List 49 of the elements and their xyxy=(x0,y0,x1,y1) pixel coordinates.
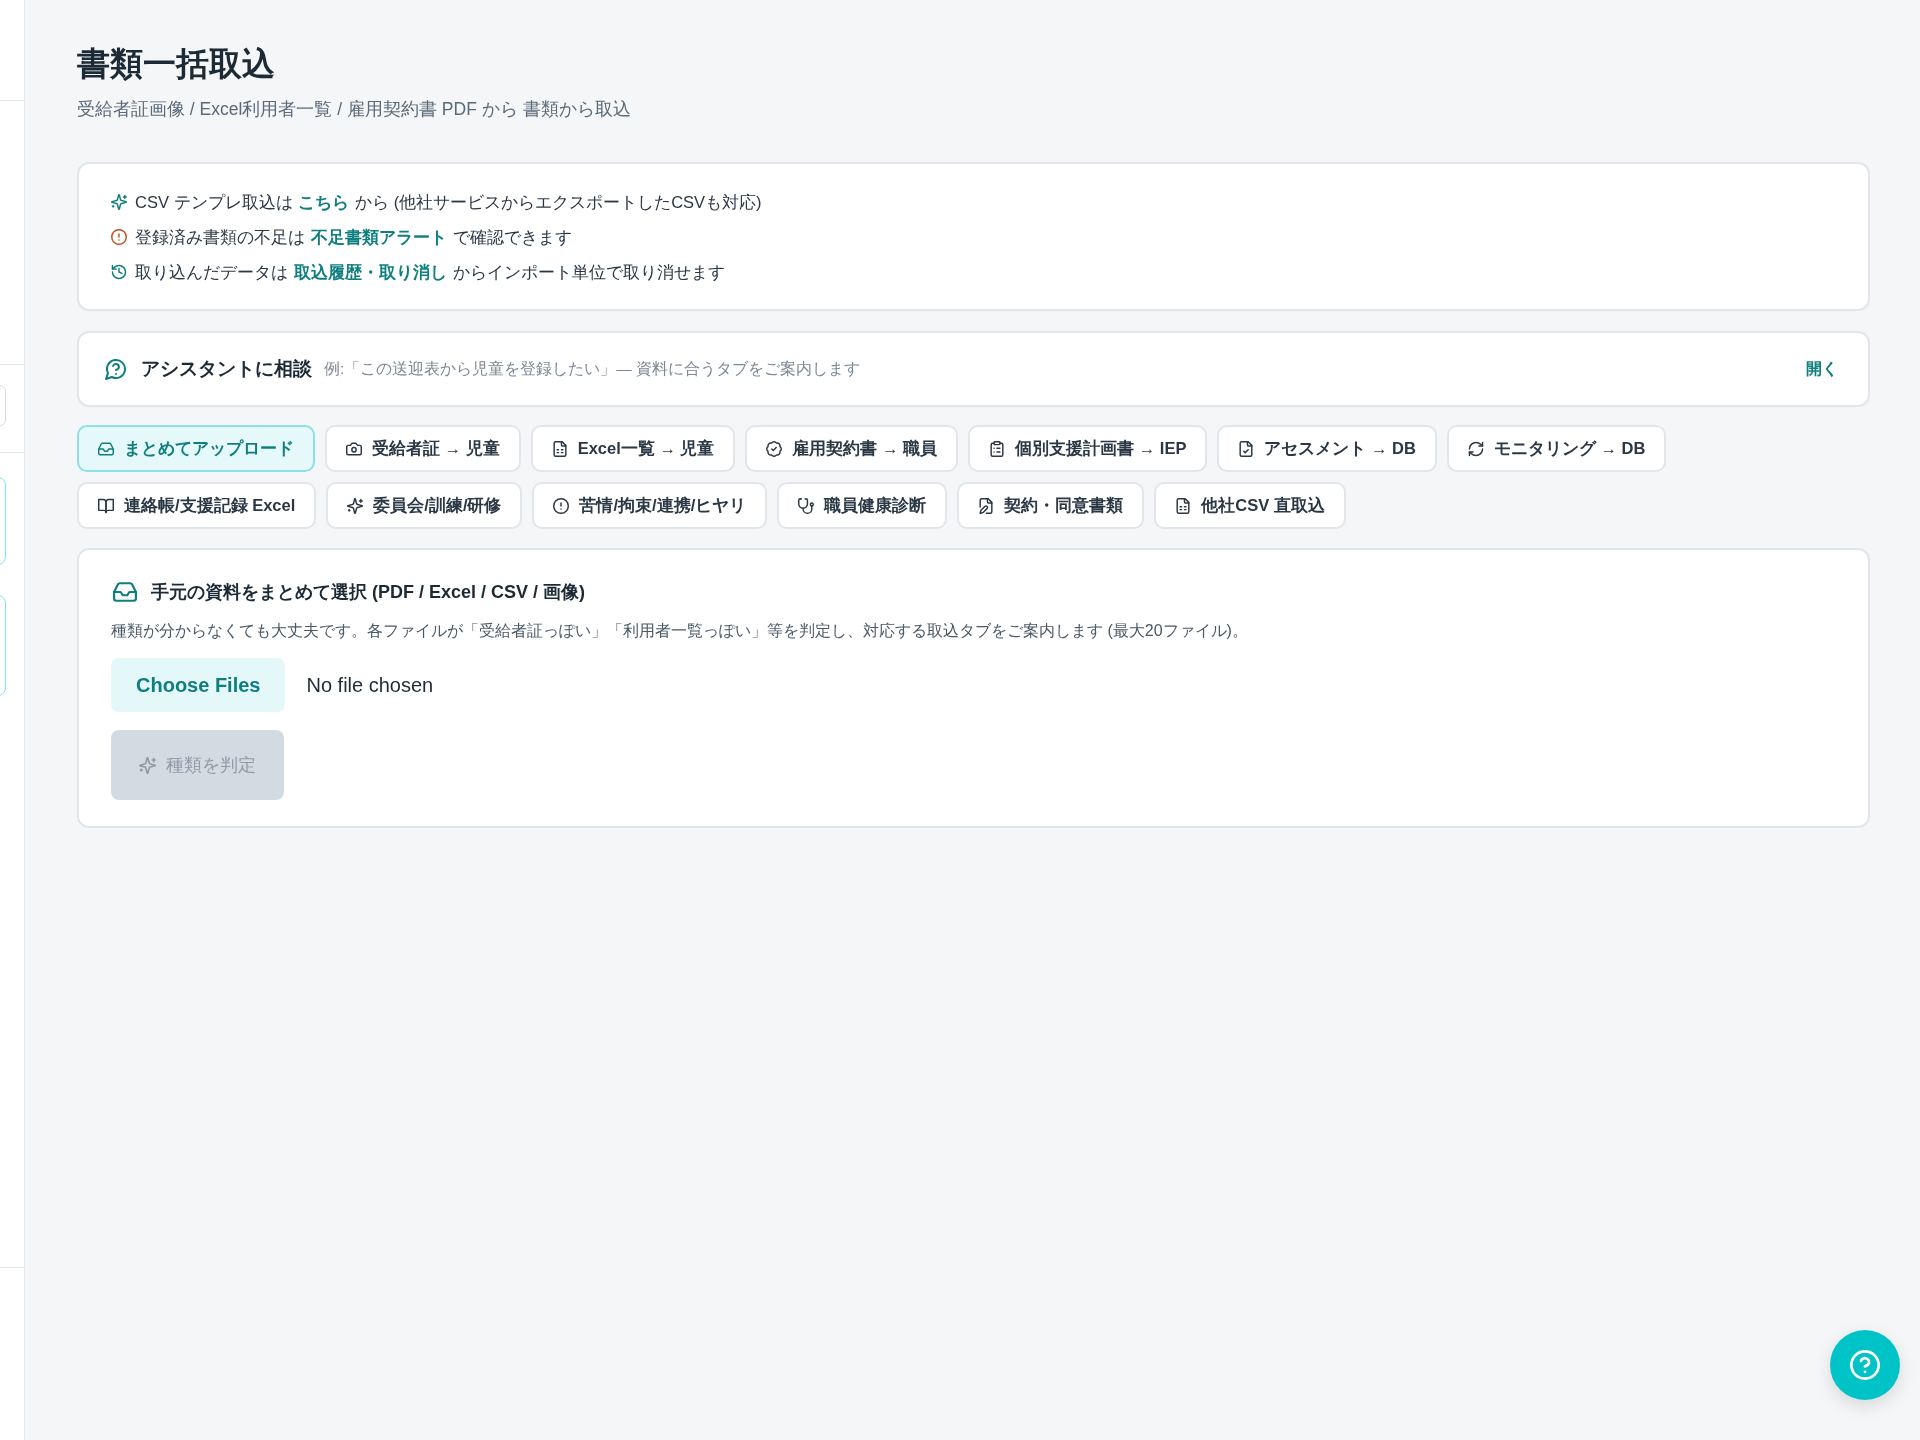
tab[interactable]: Excel一覧 → 児童 xyxy=(530,425,736,472)
page-subtitle: 受給者証画像 / Excel利用者一覧 / 雇用契約書 PDF から 書類から取込 xyxy=(77,98,632,121)
link[interactable]: 不足書類アラート xyxy=(310,227,447,246)
upload-description: 種類が分からなくても大丈夫です。各ファイルが「受給者証っぽい」「利用者一覧っぽい」等を判定し、対応する取込タブをご案内します (最大20ファイル)。 xyxy=(111,621,1249,641)
tab[interactable]: 連絡帳/支援記録 Excel xyxy=(77,482,317,529)
file-status-text: No file chosen xyxy=(306,673,434,697)
history-icon xyxy=(111,263,127,280)
notice-text: 取り込んだデータは 取込履歴・取り消し からインポート単位で取り消せます xyxy=(135,261,725,283)
exclamation-circle-icon xyxy=(553,497,570,514)
assistant-bar[interactable]: アシスタントに相談 例:「この送迎表から児童を登録したい」— 資料に合うタブをご案内します 開く xyxy=(77,331,1870,407)
notice-text: CSV テンプレ取込は こちら から (他社サービスからエクスポートしたCSVも対応) xyxy=(135,191,762,213)
spreadsheet-file-icon xyxy=(1175,497,1192,514)
camera-icon xyxy=(346,440,362,457)
tab[interactable]: モニタリング → DB xyxy=(1446,425,1667,472)
assistant-hint: 例:「この送迎表から児童を登録したい」— 資料に合うタブをご案内します xyxy=(324,358,861,379)
sparkles-icon xyxy=(111,193,127,210)
tab[interactable]: 苦情/拘束/連携/ヒヤリ xyxy=(532,482,768,529)
link[interactable]: 取込履歴・取り消し xyxy=(293,262,447,281)
open-button[interactable]: 開く xyxy=(1806,358,1838,380)
exclamation-circle-icon xyxy=(111,228,127,245)
file-check-icon xyxy=(1238,440,1255,457)
file-pen-icon xyxy=(978,497,995,514)
tab[interactable]: 個別支援計画書 → IEP xyxy=(968,425,1208,472)
tab[interactable]: 雇用契約書 → 職員 xyxy=(745,425,959,472)
tray-icon xyxy=(98,440,114,457)
tab[interactable]: 他社CSV 直取込 xyxy=(1154,482,1346,529)
link[interactable]: こちら xyxy=(298,192,350,211)
chat-question-icon xyxy=(105,358,127,380)
sparkles-icon xyxy=(347,497,364,514)
tray-icon xyxy=(111,580,139,604)
upload-title: 手元の資料をまとめて選択 (PDF / Excel / CSV / 画像) xyxy=(151,581,586,604)
tab[interactable]: まとめてアップロード xyxy=(77,425,315,472)
tab[interactable]: 契約・同意書類 xyxy=(957,482,1145,529)
page-title: 書類一括取込 xyxy=(77,44,276,84)
help-icon xyxy=(1850,1350,1880,1380)
book-icon xyxy=(98,497,114,514)
tab[interactable]: アセスメント → DB xyxy=(1217,425,1437,472)
choose-files-button[interactable]: Choose Files xyxy=(111,658,286,712)
refresh-icon xyxy=(1467,440,1484,457)
spreadsheet-file-icon xyxy=(551,440,568,457)
check-badge-icon xyxy=(766,440,783,457)
stethoscope-icon xyxy=(798,497,815,514)
tab[interactable]: 職員健康診断 xyxy=(777,482,948,529)
tab[interactable]: 受給者証 → 児童 xyxy=(325,425,521,472)
sparkles-icon xyxy=(139,756,156,774)
assistant-title: アシスタントに相談 xyxy=(141,357,312,381)
tab[interactable]: 委員会/訓練/研修 xyxy=(326,482,523,529)
clipboard-icon xyxy=(989,440,1006,457)
notice-text: 登録済み書類の不足は 不足書類アラート で確認できます xyxy=(135,226,572,248)
